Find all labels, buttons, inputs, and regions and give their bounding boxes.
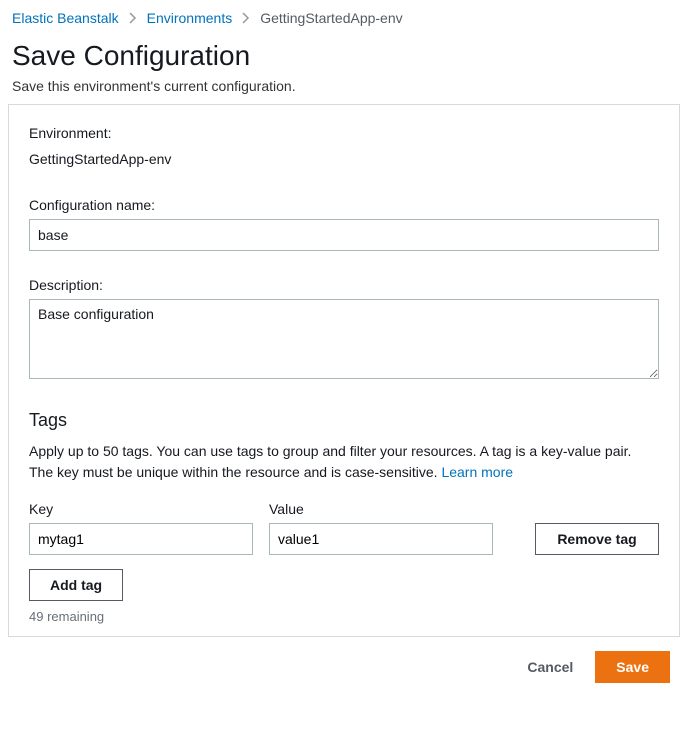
breadcrumb: Elastic Beanstalk Environments GettingSt… <box>8 8 680 38</box>
tag-row: Key Value Remove tag <box>29 501 659 555</box>
learn-more-link[interactable]: Learn more <box>441 464 513 480</box>
page-title: Save Configuration <box>12 40 680 72</box>
tag-value-label: Value <box>269 501 493 517</box>
environment-label: Environment: <box>29 125 659 141</box>
save-button[interactable]: Save <box>595 651 670 683</box>
add-tag-button[interactable]: Add tag <box>29 569 123 601</box>
chevron-right-icon <box>242 12 250 24</box>
breadcrumb-link-environments[interactable]: Environments <box>147 10 233 26</box>
config-name-input[interactable] <box>29 219 659 251</box>
footer-actions: Cancel Save <box>8 649 680 687</box>
tags-remaining: 49 remaining <box>29 609 659 624</box>
remove-tag-button[interactable]: Remove tag <box>535 523 659 555</box>
config-panel: Environment: GettingStartedApp-env Confi… <box>8 104 680 637</box>
cancel-button[interactable]: Cancel <box>523 653 577 681</box>
description-textarea[interactable]: Base configuration <box>29 299 659 379</box>
chevron-right-icon <box>129 12 137 24</box>
tag-key-input[interactable] <box>29 523 253 555</box>
description-label: Description: <box>29 277 659 293</box>
environment-name: GettingStartedApp-env <box>29 151 659 167</box>
config-name-label: Configuration name: <box>29 197 659 213</box>
tag-key-label: Key <box>29 501 253 517</box>
page-subtitle: Save this environment's current configur… <box>12 78 680 94</box>
tags-heading: Tags <box>29 410 659 431</box>
tags-description: Apply up to 50 tags. You can use tags to… <box>29 441 659 483</box>
tag-value-input[interactable] <box>269 523 493 555</box>
breadcrumb-current: GettingStartedApp-env <box>260 10 402 26</box>
breadcrumb-link-elastic-beanstalk[interactable]: Elastic Beanstalk <box>12 10 119 26</box>
